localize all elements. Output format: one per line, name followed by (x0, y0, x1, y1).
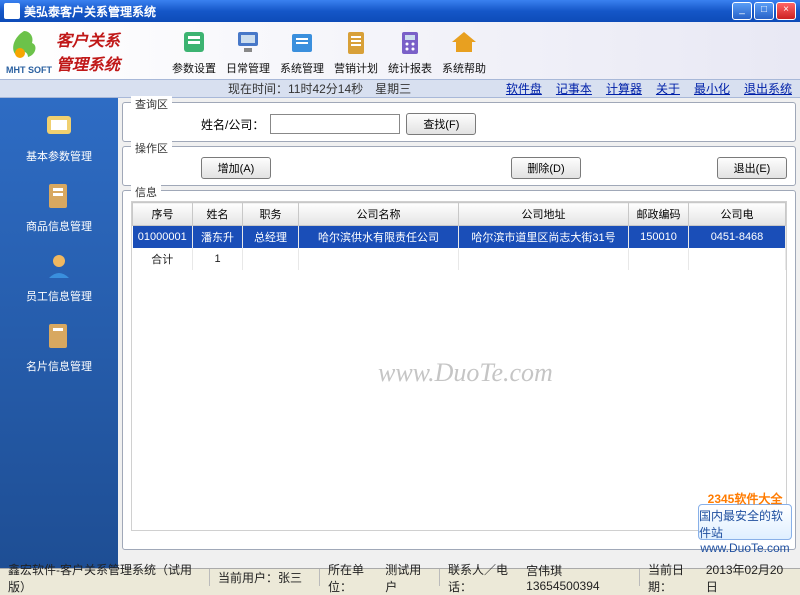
delete-button[interactable]: 删除(D) (511, 157, 581, 179)
table-row[interactable]: 01000001 潘东升 总经理 哈尔滨供水有限责任公司 哈尔滨市道里区尚志大街… (133, 226, 786, 249)
sidebar-item-products[interactable]: 商品信息管理 (0, 178, 118, 234)
brand: MHT SOFT 客户关系 管理系统 (0, 22, 170, 79)
brand-chinese: 客户关系 管理系统 (56, 27, 120, 75)
query-label: 姓名/公司： (201, 116, 264, 133)
current-time: 现在时间：11时42分14秒 星期三 (228, 80, 411, 97)
link-minimize[interactable]: 最小化 (694, 80, 730, 97)
info-table: 序号 姓名 职务 公司名称 公司地址 邮政编码 公司电 01000001 潘东升 (132, 202, 786, 270)
computer-icon (232, 26, 264, 58)
badge-2345: 2345软件大全 国内最安全的软件站 www.DuoTe.com (698, 504, 792, 540)
status-contact: 联系人／电话：宫伟琪 13654500394 (440, 569, 640, 586)
link-notepad[interactable]: 记事本 (556, 80, 592, 97)
link-about[interactable]: 关于 (656, 80, 680, 97)
find-button[interactable]: 查找(F) (406, 113, 476, 135)
main-area: 基本参数管理 商品信息管理 员工信息管理 名片信息管理 查询区 姓名/公司： 查… (0, 98, 800, 568)
logo-icon (6, 27, 42, 63)
col-seq[interactable]: 序号 (133, 203, 193, 226)
query-group: 查询区 姓名/公司： 查找(F) (122, 102, 796, 142)
folder-icon (286, 26, 318, 58)
toolbar: MHT SOFT 客户关系 管理系统 参数设置 日常管理 系统管理 营销计划 统… (0, 22, 800, 80)
ribbon-daily[interactable]: 日常管理 (224, 26, 272, 76)
sub-toolbar: 现在时间：11时42分14秒 星期三 软件盘 记事本 计算器 关于 最小化 退出… (0, 80, 800, 98)
params-icon (41, 108, 77, 144)
info-legend: 信息 (131, 184, 161, 200)
window-title: 美弘泰客户关系管理系统 (24, 3, 730, 20)
info-group: 信息 序号 姓名 职务 公司名称 公司地址 邮政编码 公司电 (122, 190, 796, 550)
exit-button[interactable]: 退出(E) (717, 157, 787, 179)
calculator-icon (394, 26, 426, 58)
content-pane: 查询区 姓名/公司： 查找(F) 操作区 增加(A) 删除(D) 退出(E) 信… (118, 98, 800, 568)
ribbon-system[interactable]: 系统管理 (278, 26, 326, 76)
close-button[interactable]: × (776, 2, 796, 20)
app-icon (4, 3, 20, 19)
col-title[interactable]: 职务 (243, 203, 299, 226)
link-calculator[interactable]: 计算器 (606, 80, 642, 97)
ribbon-settings[interactable]: 参数设置 (170, 26, 218, 76)
query-legend: 查询区 (131, 96, 172, 112)
status-user: 当前用户：张三 (210, 569, 320, 586)
col-zip[interactable]: 邮政编码 (629, 203, 689, 226)
quick-links: 软件盘 记事本 计算器 关于 最小化 退出系统 (506, 80, 792, 97)
badge-slogan: 国内最安全的软件站 (699, 507, 791, 541)
status-product: 鑫宏软件-客户关系管理系统（试用版） (0, 569, 210, 586)
actions-group: 操作区 增加(A) 删除(D) 退出(E) (122, 146, 796, 186)
query-input[interactable] (270, 114, 400, 134)
col-phone[interactable]: 公司电 (689, 203, 786, 226)
sidebar-item-cards[interactable]: 名片信息管理 (0, 318, 118, 374)
ribbon-reports[interactable]: 统计报表 (386, 26, 434, 76)
sidebar-item-basic-params[interactable]: 基本参数管理 (0, 108, 118, 164)
col-company[interactable]: 公司名称 (299, 203, 459, 226)
link-diskette[interactable]: 软件盘 (506, 80, 542, 97)
staff-icon (41, 248, 77, 284)
ribbon-help[interactable]: 系统帮助 (440, 26, 488, 76)
info-table-wrap[interactable]: 序号 姓名 职务 公司名称 公司地址 邮政编码 公司电 01000001 潘东升 (131, 201, 787, 531)
ribbon-items: 参数设置 日常管理 系统管理 营销计划 统计报表 系统帮助 (170, 26, 488, 76)
maximize-button[interactable]: □ (754, 2, 774, 20)
status-bar: 鑫宏软件-客户关系管理系统（试用版） 当前用户：张三 所在单位：测试用户 联系人… (0, 568, 800, 586)
clipboard-icon (340, 26, 372, 58)
products-icon (41, 178, 77, 214)
window-titlebar: 美弘泰客户关系管理系统 _ □ × (0, 0, 800, 22)
sidebar: 基本参数管理 商品信息管理 员工信息管理 名片信息管理 (0, 98, 118, 568)
actions-legend: 操作区 (131, 140, 172, 156)
col-name[interactable]: 姓名 (193, 203, 243, 226)
ribbon-marketing[interactable]: 营销计划 (332, 26, 380, 76)
table-total-row: 合计 1 (133, 248, 786, 270)
sidebar-item-staff[interactable]: 员工信息管理 (0, 248, 118, 304)
settings-icon (178, 26, 210, 58)
badge-url: www.DuoTe.com (700, 541, 789, 555)
status-org: 所在单位：测试用户 (320, 569, 440, 586)
col-address[interactable]: 公司地址 (459, 203, 629, 226)
badge-brand: 2345软件大全 (708, 490, 783, 507)
cards-icon (41, 318, 77, 354)
add-button[interactable]: 增加(A) (201, 157, 271, 179)
home-icon (448, 26, 480, 58)
table-header-row: 序号 姓名 职务 公司名称 公司地址 邮政编码 公司电 (133, 203, 786, 226)
link-exit[interactable]: 退出系统 (744, 80, 792, 97)
minimize-button[interactable]: _ (732, 2, 752, 20)
status-date: 当前日期：2013年02月20日 (640, 569, 800, 586)
brand-text: MHT SOFT (6, 65, 52, 75)
